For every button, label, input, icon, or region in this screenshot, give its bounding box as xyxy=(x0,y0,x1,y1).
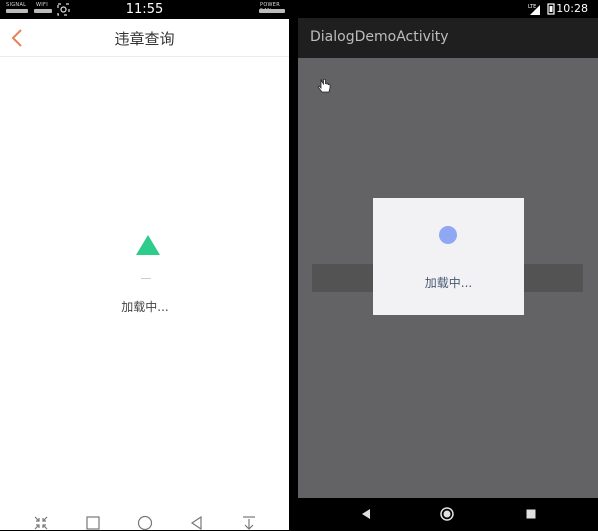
right-nav-bar xyxy=(298,498,598,530)
left-clock: 11:55 xyxy=(125,2,164,17)
left-phone-screen: SIGNAL WIFI 11:55 POWER 54% 违章查询 加载中... xyxy=(0,0,289,531)
left-status-bar: SIGNAL WIFI 11:55 POWER 54% xyxy=(0,0,289,19)
hand-pointer-icon xyxy=(317,78,331,93)
recents-square-icon[interactable] xyxy=(526,509,536,519)
circle-icon[interactable] xyxy=(137,515,153,531)
left-header: 违章查询 xyxy=(0,19,289,57)
network-label: LTE xyxy=(528,4,536,10)
left-nav-bar xyxy=(0,510,289,531)
app-bar: DialogDemoActivity xyxy=(298,18,598,58)
loading-text: 加载中... xyxy=(121,300,169,314)
collapse-icon[interactable] xyxy=(33,515,49,531)
loading-shadow xyxy=(141,278,151,279)
download-icon[interactable] xyxy=(241,515,257,531)
square-icon[interactable] xyxy=(85,515,101,531)
app-bar-title: DialogDemoActivity xyxy=(310,29,449,45)
home-circle-icon[interactable] xyxy=(440,507,454,521)
signal-icon: LTE xyxy=(528,4,540,15)
triangle-back-icon[interactable] xyxy=(189,515,205,531)
loading-dot-indicator xyxy=(439,226,457,244)
loading-triangle-icon xyxy=(136,235,160,255)
right-status-bar: LTE 10:28 xyxy=(298,0,598,18)
dimmed-content: 加载中... xyxy=(298,58,598,498)
right-clock: 10:28 xyxy=(556,2,588,15)
battery-bar xyxy=(259,9,285,13)
loading-dialog: 加载中... xyxy=(373,198,524,315)
back-triangle-icon[interactable] xyxy=(360,508,372,520)
page-title: 违章查询 xyxy=(114,30,175,48)
right-phone-screen: LTE 10:28 DialogDemoActivity 加载中... xyxy=(298,0,598,530)
battery-icon xyxy=(547,3,555,15)
dialog-loading-text: 加载中... xyxy=(424,276,473,290)
